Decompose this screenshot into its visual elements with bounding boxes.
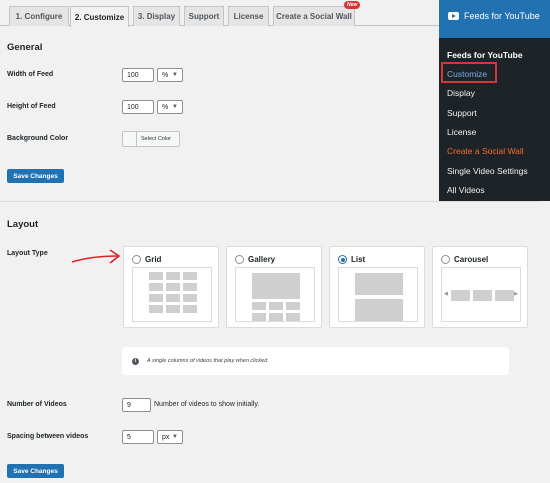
width-unit-select[interactable]: % ▼: [157, 68, 183, 82]
bg-color-label: Background Color: [7, 135, 69, 142]
radio-grid[interactable]: [132, 255, 141, 264]
tab-license[interactable]: License: [228, 6, 269, 26]
tab-support[interactable]: Support: [184, 6, 224, 26]
layout-option-carousel[interactable]: Carousel ◀ ▶: [432, 246, 528, 328]
tab-display[interactable]: 3. Display: [133, 6, 180, 26]
gallery-preview: [235, 267, 315, 322]
list-preview: [338, 267, 418, 322]
layout-heading: Layout: [7, 219, 39, 230]
num-videos-label: Number of Videos: [7, 401, 67, 408]
wp-menu-title: Feeds for YouTube: [464, 11, 540, 21]
num-videos-help: Number of videos to show initially.: [154, 401, 260, 408]
submenu-all-videos[interactable]: All Videos: [447, 185, 485, 195]
tab-customize[interactable]: 2. Customize: [70, 6, 129, 27]
submenu-display[interactable]: Display: [447, 88, 475, 98]
layout-info-box: i A single columns of videos that play w…: [122, 347, 509, 375]
spacing-unit-value: px: [162, 433, 170, 441]
radio-gallery[interactable]: [235, 255, 244, 264]
num-videos-input[interactable]: 9: [122, 398, 151, 412]
layout-option-gallery[interactable]: Gallery: [226, 246, 322, 328]
height-unit-select[interactable]: % ▼: [157, 100, 183, 114]
layout-type-label: Layout Type: [7, 250, 48, 257]
submenu-license[interactable]: License: [447, 127, 476, 137]
customize-highlight-box: [441, 62, 497, 83]
info-icon: i: [132, 357, 139, 365]
tab-social-wall[interactable]: Create a Social Wall: [273, 6, 355, 26]
submenu-support[interactable]: Support: [447, 108, 477, 118]
carousel-next-icon: ▶: [514, 291, 518, 297]
general-heading: General: [7, 42, 43, 53]
height-label: Height of Feed: [7, 103, 56, 110]
save-changes-button-layout[interactable]: Save Changes: [7, 464, 64, 478]
wp-menu-header[interactable]: Feeds for YouTube: [439, 0, 550, 38]
width-label: Width of Feed: [7, 71, 54, 78]
wp-admin-submenu: Feeds for YouTube Feeds for YouTube Cust…: [439, 0, 550, 201]
radio-carousel[interactable]: [441, 255, 450, 264]
submenu-social-wall[interactable]: Create a Social Wall: [447, 146, 524, 156]
layout-info-text: A single columns of videos that play whe…: [147, 358, 269, 364]
layout-list-label: List: [351, 255, 366, 264]
color-swatch: [123, 132, 137, 146]
chevron-down-icon: ▼: [172, 72, 178, 78]
height-input[interactable]: 100: [122, 100, 154, 114]
submenu-heading[interactable]: Feeds for YouTube: [447, 50, 523, 60]
select-color-button[interactable]: Select Color: [122, 131, 180, 147]
carousel-prev-icon: ◀: [444, 291, 448, 297]
submenu-single-video[interactable]: Single Video Settings: [447, 166, 528, 176]
layout-option-grid[interactable]: Grid: [123, 246, 219, 328]
chevron-down-icon: ▼: [172, 104, 178, 110]
width-input[interactable]: 100: [122, 68, 154, 82]
select-color-label: Select Color: [141, 136, 171, 142]
chevron-down-icon: ▼: [172, 434, 178, 440]
section-divider: [0, 201, 540, 202]
red-arrow-annotation: [71, 249, 121, 264]
layout-option-list[interactable]: List: [329, 246, 425, 328]
spacing-unit-select[interactable]: px ▼: [157, 430, 183, 444]
grid-preview: [132, 267, 212, 322]
radio-list[interactable]: [338, 255, 347, 264]
save-changes-button[interactable]: Save Changes: [7, 169, 64, 183]
youtube-icon: [448, 12, 459, 20]
width-unit-value: %: [162, 71, 169, 79]
layout-gallery-label: Gallery: [248, 255, 276, 264]
new-badge: New: [344, 1, 361, 9]
layout-carousel-label: Carousel: [454, 255, 489, 264]
layout-grid-label: Grid: [145, 255, 162, 264]
carousel-preview: ◀ ▶: [441, 267, 521, 322]
height-unit-value: %: [162, 103, 169, 111]
tab-configure[interactable]: 1. Configure: [9, 6, 69, 26]
spacing-input[interactable]: 5: [122, 430, 154, 444]
spacing-label: Spacing between videos: [7, 433, 89, 440]
